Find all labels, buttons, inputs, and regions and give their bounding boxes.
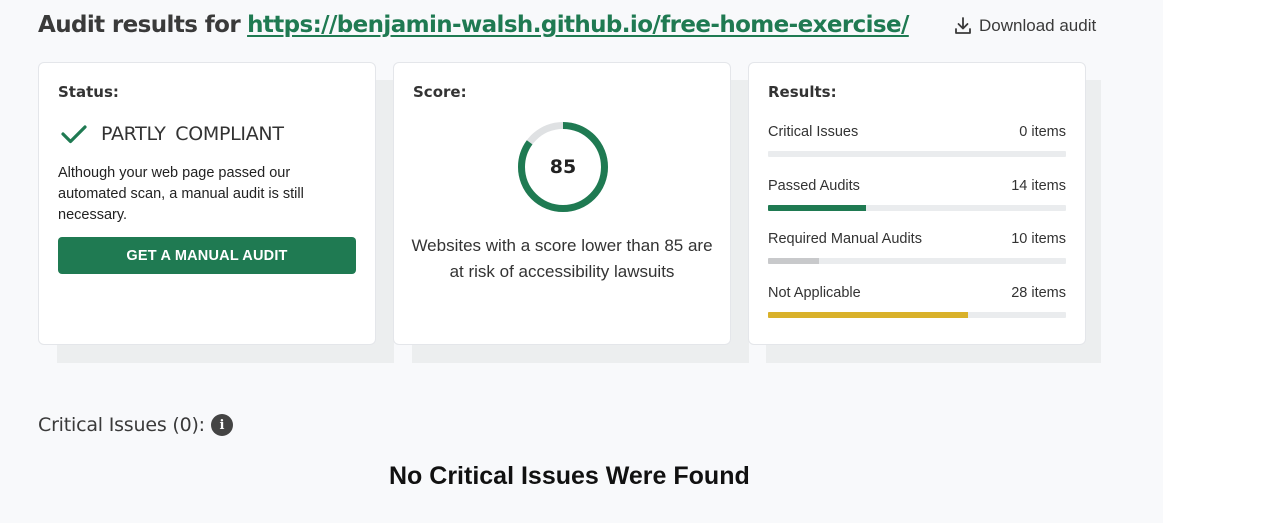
checkmark-icon [61, 125, 87, 144]
status-card: Status: PARTLY COMPLIANT Although your w… [38, 62, 376, 345]
result-bar [768, 312, 1066, 318]
result-name: Critical Issues [768, 124, 859, 140]
result-name: Passed Audits [768, 178, 860, 194]
result-bar [768, 258, 1066, 264]
no-critical-issues-message: No Critical Issues Were Found [389, 462, 750, 490]
result-count: 28 items [1011, 285, 1066, 301]
result-row-required-manual-audits: Required Manual Audits 10 items [768, 231, 1066, 264]
score-description: Websites with a score lower than 85 are … [411, 236, 713, 281]
download-audit-button[interactable]: Download audit [953, 16, 1096, 36]
download-icon [955, 17, 971, 34]
result-bar [768, 151, 1066, 157]
audit-header: Audit results for https://benjamin-walsh… [38, 12, 909, 38]
result-name: Not Applicable [768, 285, 861, 301]
result-count: 0 items [1019, 124, 1066, 140]
result-count: 10 items [1011, 231, 1066, 247]
result-bar [768, 205, 1066, 211]
critical-issues-title: Critical Issues (0): [38, 414, 205, 436]
results-card-label: Results: [768, 83, 837, 101]
score-value: 85 [549, 156, 577, 178]
score-card: Score: 85 Websites with a score lower th… [393, 62, 731, 345]
result-row-critical-issues: Critical Issues 0 items [768, 124, 1066, 157]
result-count: 14 items [1011, 178, 1066, 194]
get-manual-audit-button[interactable]: GET A MANUAL AUDIT [58, 237, 356, 274]
result-row-not-applicable: Not Applicable 28 items [768, 285, 1066, 318]
result-name: Required Manual Audits [768, 231, 922, 247]
result-bar-fill [768, 258, 819, 264]
results-card: Results: Critical Issues 0 items Passed … [748, 62, 1086, 345]
status-line: PARTLY COMPLIANT [61, 123, 284, 145]
status-description: Although your web page passed our automa… [58, 165, 304, 223]
page-title: Audit results for [38, 12, 241, 38]
critical-issues-heading: Critical Issues (0): i [38, 414, 233, 436]
download-audit-label: Download audit [979, 16, 1097, 35]
result-row-passed-audits: Passed Audits 14 items [768, 178, 1066, 211]
result-bar-fill [768, 312, 968, 318]
score-card-label: Score: [413, 83, 467, 101]
audited-url-link[interactable]: https://benjamin-walsh.github.io/free-ho… [247, 12, 909, 38]
compliance-status: PARTLY COMPLIANT [101, 123, 284, 145]
info-icon[interactable]: i [210, 414, 233, 436]
result-bar-fill [768, 205, 867, 211]
status-card-label: Status: [58, 83, 119, 101]
